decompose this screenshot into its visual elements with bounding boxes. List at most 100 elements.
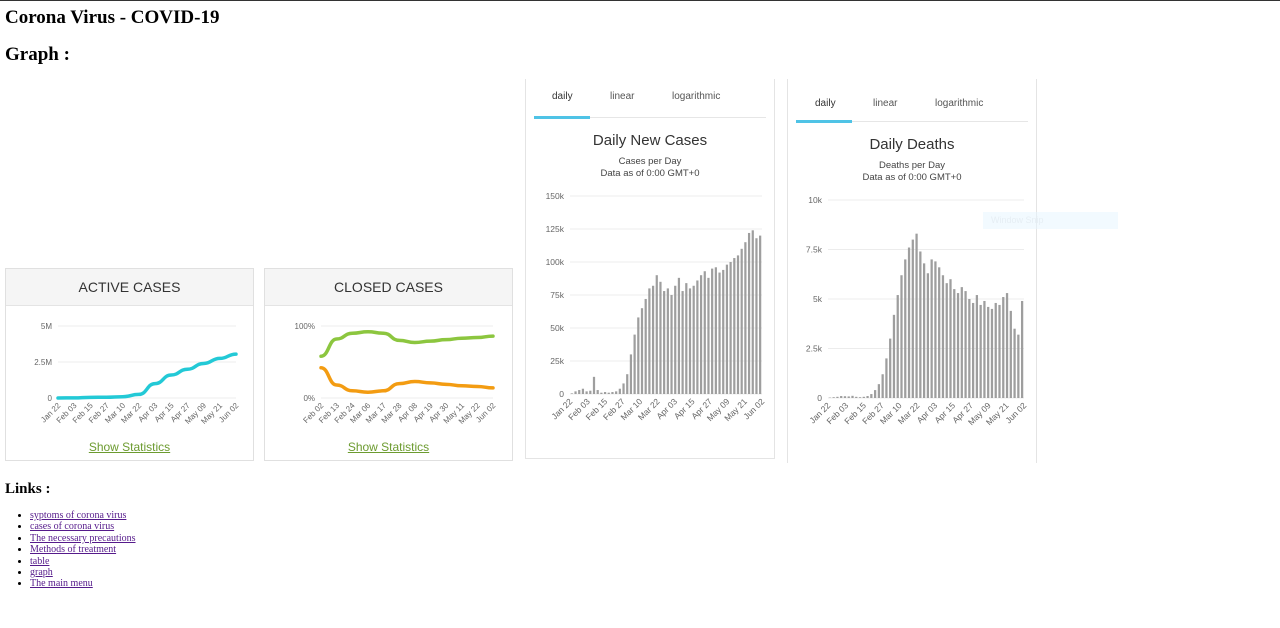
bar <box>681 291 684 394</box>
bar <box>688 288 692 394</box>
bar <box>1009 310 1012 398</box>
active-cases-card: ACTIVE CASES 0 2.5M 5M Jan 22 Feb 03 Feb 15 Fe… <box>5 268 254 461</box>
bar <box>998 304 1001 398</box>
link-treatment[interactable]: Methods of treatment <box>30 544 116 555</box>
bar <box>938 267 941 398</box>
bar <box>904 259 907 398</box>
bar <box>836 396 839 398</box>
bar <box>990 308 994 398</box>
bar <box>885 358 888 398</box>
active-cases-title: ACTIVE CASES <box>6 269 253 306</box>
bar <box>666 288 669 394</box>
bar <box>578 390 581 394</box>
bar <box>677 277 681 394</box>
bar <box>674 285 677 394</box>
bar <box>751 230 754 394</box>
bar <box>744 242 747 394</box>
bar <box>979 304 982 398</box>
y-tick-label: 10k <box>808 195 822 205</box>
link-main-menu[interactable]: The main menu <box>30 578 93 589</box>
closed-cases-card: CLOSED CASES 0% 100% Feb 02 Feb 13 Feb 24 Mar… <box>264 268 513 461</box>
bar <box>919 251 922 398</box>
active-show-statistics-link[interactable]: Show Statistics <box>6 440 253 454</box>
link-cases[interactable]: cases of corona virus <box>30 521 114 532</box>
bar <box>722 269 725 394</box>
bar <box>736 255 740 394</box>
link-table[interactable]: table <box>30 556 49 567</box>
bar <box>915 233 918 398</box>
bar <box>945 283 948 398</box>
bar <box>843 396 847 398</box>
bar <box>574 391 577 394</box>
bar <box>1005 293 1009 398</box>
bar <box>847 396 850 398</box>
bar <box>1002 297 1005 398</box>
list-item: table <box>30 556 136 567</box>
bar <box>570 393 573 394</box>
y-tick-label: 2.5k <box>806 344 823 354</box>
bar <box>648 288 651 394</box>
bar <box>644 298 647 394</box>
bar <box>626 374 629 394</box>
tab-linear[interactable]: linear <box>610 91 634 102</box>
link-symptoms[interactable]: syptoms of corona virus <box>30 510 126 521</box>
bar <box>703 271 706 394</box>
deaths-subtitle-line1: Deaths per Day <box>878 160 945 171</box>
closed-show-statistics-link[interactable]: Show Statistics <box>265 440 512 454</box>
bar <box>964 291 967 398</box>
link-graph[interactable]: graph <box>30 567 53 578</box>
bar <box>832 397 835 398</box>
bar <box>881 374 884 398</box>
links-heading: Links : <box>5 481 51 497</box>
list-item: The main menu <box>30 578 136 589</box>
bar <box>1020 300 1024 398</box>
bar <box>622 383 625 394</box>
tab-daily[interactable]: daily <box>815 98 836 109</box>
bar <box>747 232 751 394</box>
bar <box>655 275 658 394</box>
bar <box>949 279 952 398</box>
bar <box>870 394 873 398</box>
window-snip-watermark: Window Snip <box>983 212 1118 229</box>
y-tick-label: 0 <box>817 393 822 403</box>
bar <box>659 281 662 394</box>
bar <box>725 264 729 394</box>
bar <box>692 285 695 394</box>
bar <box>911 239 914 398</box>
y-tick-label: 7.5k <box>806 245 823 255</box>
bar <box>877 384 881 398</box>
bar <box>615 391 618 394</box>
y-tick-label: 75k <box>550 290 564 300</box>
y-tick-label: 5M <box>41 322 52 331</box>
bar <box>994 302 997 398</box>
new-cases-chart-title: Daily New Cases <box>592 132 708 149</box>
bar <box>983 300 986 398</box>
bar <box>975 295 979 398</box>
bar <box>960 287 963 398</box>
bar <box>603 392 607 394</box>
bar <box>930 259 933 398</box>
new-cases-subtitle-line2: Data as of 0:00 GMT+0 <box>600 168 700 179</box>
bar <box>733 258 736 394</box>
daily-new-cases-chart: 025k50k75k100k125k150kJan 22Feb 03Feb 15… <box>546 191 767 423</box>
bar <box>581 388 585 394</box>
tab-linear[interactable]: linear <box>873 98 897 109</box>
tab-logarithmic[interactable]: logarithmic <box>672 91 720 102</box>
bar <box>873 390 877 398</box>
bar <box>953 289 956 398</box>
list-item: syptoms of corona virus <box>30 510 136 521</box>
tab-logarithmic[interactable]: logarithmic <box>935 98 983 109</box>
bar <box>592 376 596 394</box>
y-tick-label: 50k <box>550 323 564 333</box>
y-tick-label: 5k <box>813 294 823 304</box>
y-tick-label: 100% <box>295 322 315 331</box>
new-cases-tabs: daily linear logarithmic <box>534 79 766 119</box>
series-line <box>319 366 495 394</box>
tab-daily[interactable]: daily <box>552 91 573 102</box>
link-precautions[interactable]: The necessary precautions <box>30 533 136 544</box>
bar <box>840 396 843 398</box>
active-cases-chart: 02.5M5MJan 22Feb 03Feb 15Feb 27Mar 10Mar… <box>34 322 241 426</box>
bar <box>934 261 937 398</box>
bar <box>600 392 603 394</box>
bar <box>699 275 703 394</box>
